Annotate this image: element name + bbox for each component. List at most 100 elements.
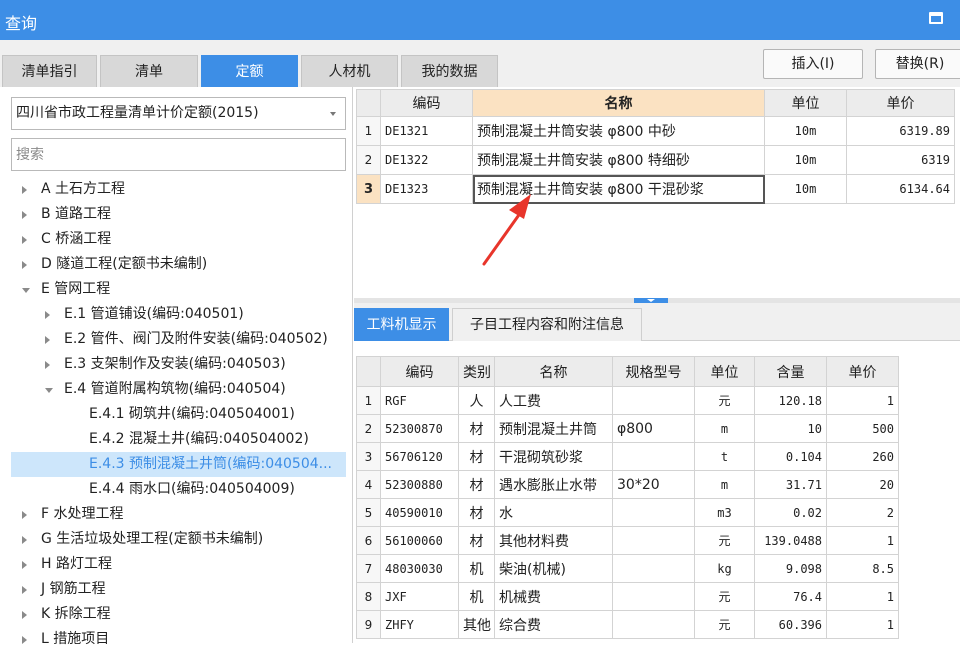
chevron-down-icon[interactable] — [45, 388, 53, 393]
tab-sub-item-content[interactable]: 子目工程内容和附注信息 — [452, 308, 642, 341]
tree-item[interactable]: E.4.3 预制混凝土井筒(编码:040504... — [11, 452, 346, 477]
table-row[interactable]: 2 52300870 材预制混凝土井筒 φ800 m 10 500 — [356, 414, 899, 443]
tree-item-label: K 拆除工程 — [41, 606, 111, 622]
table-row[interactable]: 2 DE1322 预制混凝土井筒安装 φ800 特细砂 10m 6319 — [356, 145, 955, 175]
chevron-right-icon[interactable] — [22, 186, 27, 194]
col-type[interactable]: 类别 — [458, 356, 495, 387]
replace-button[interactable]: 替换(R) — [875, 49, 960, 79]
material-unit: t — [694, 442, 755, 471]
chevron-right-icon[interactable] — [22, 211, 27, 219]
row-index: 9 — [356, 610, 381, 639]
row-index: 8 — [356, 582, 381, 611]
tree-item[interactable]: H 路灯工程 — [0, 552, 353, 577]
tab-material-display[interactable]: 工料机显示 — [354, 308, 449, 341]
material-qty: 0.02 — [754, 498, 827, 527]
maximize-icon[interactable] — [929, 12, 943, 24]
tab-bill-guide[interactable]: 清单指引 — [2, 55, 97, 87]
material-price: 20 — [826, 470, 899, 499]
tree-item[interactable]: G 生活垃圾处理工程(定额书未编制) — [0, 527, 353, 552]
table-row[interactable]: 1 DE1321 预制混凝土井筒安装 φ800 中砂 10m 6319.89 — [356, 116, 955, 146]
tree-item[interactable]: C 桥涵工程 — [0, 227, 353, 252]
tab-quota[interactable]: 定额 — [201, 55, 298, 87]
col-unit[interactable]: 单位 — [764, 89, 847, 117]
table-row[interactable]: 8 JXF 机机械费 元 76.4 1 — [356, 582, 899, 611]
material-price: 8.5 — [826, 554, 899, 583]
material-price: 1 — [826, 610, 899, 639]
col-qty[interactable]: 含量 — [754, 356, 827, 387]
col-price[interactable]: 单价 — [826, 356, 899, 387]
quota-library-select[interactable]: 四川省市政工程量清单计价定额(2015) — [11, 97, 346, 130]
quota-code: DE1322 — [380, 145, 473, 175]
material-type: 材 — [458, 442, 495, 471]
material-qty: 139.0488 — [754, 526, 827, 555]
tree-item[interactable]: E.4.2 混凝土井(编码:040504002) — [0, 427, 353, 452]
corner-cell — [356, 356, 381, 387]
material-name: 综合费 — [494, 610, 613, 639]
chevron-right-icon[interactable] — [22, 611, 27, 619]
tree-item[interactable]: E 管网工程 — [0, 277, 353, 302]
tree-item[interactable]: K 拆除工程 — [0, 602, 353, 627]
col-spec[interactable]: 规格型号 — [612, 356, 695, 387]
material-unit: kg — [694, 554, 755, 583]
table-row[interactable]: 3 DE1323 预制混凝土井筒安装 φ800 干混砂浆 10m 6134.64 — [356, 174, 955, 204]
col-name[interactable]: 名称 — [472, 89, 765, 117]
detail-tab-bar: 工料机显示 子目工程内容和附注信息 — [354, 303, 960, 341]
quota-table: 编码 名称 单位 单价 1 DE1321 预制混凝土井筒安装 φ800 中砂 10m 6… — [356, 89, 955, 204]
tree-item[interactable]: E.4 管道附属构筑物(编码:040504) — [0, 377, 353, 402]
table-row[interactable]: 6 56100060 材其他材料费 元 139.0488 1 — [356, 526, 899, 555]
chevron-right-icon[interactable] — [22, 261, 27, 269]
material-spec — [612, 442, 695, 471]
tree-item-label: F 水处理工程 — [41, 506, 124, 522]
chevron-right-icon[interactable] — [22, 586, 27, 594]
table-row[interactable]: 5 40590010 材水 m3 0.02 2 — [356, 498, 899, 527]
tree-item-label: G 生活垃圾处理工程(定额书未编制) — [41, 531, 264, 547]
tree-item[interactable]: F 水处理工程 — [0, 502, 353, 527]
tree-item[interactable]: B 道路工程 — [0, 202, 353, 227]
chevron-right-icon[interactable] — [45, 361, 50, 369]
tree-item[interactable]: A 土石方工程 — [0, 177, 353, 202]
material-spec — [612, 582, 695, 611]
tree-item-label: L 措施项目 — [41, 631, 110, 647]
chevron-right-icon[interactable] — [22, 511, 27, 519]
material-qty: 9.098 — [754, 554, 827, 583]
col-unit[interactable]: 单位 — [694, 356, 755, 387]
left-panel: 四川省市政工程量清单计价定额(2015) A 土石方工程 B 道路工程 C 桥涵工程… — [0, 87, 353, 647]
tree-item[interactable]: E.4.4 雨水口(编码:040504009) — [0, 477, 353, 502]
table-row[interactable]: 1 RGF 人人工费元 120.18 1 — [356, 386, 899, 415]
material-spec — [612, 610, 695, 639]
chevron-right-icon[interactable] — [45, 336, 50, 344]
tab-my-data[interactable]: 我的数据 — [401, 55, 498, 87]
table-row[interactable]: 9 ZHFY 其他 综合费 元 60.396 1 — [356, 610, 899, 639]
material-spec: φ800 — [612, 414, 695, 443]
col-code[interactable]: 编码 — [380, 89, 473, 117]
chevron-right-icon[interactable] — [22, 536, 27, 544]
material-price: 2 — [826, 498, 899, 527]
chevron-right-icon[interactable] — [45, 311, 50, 319]
tab-bill[interactable]: 清单 — [100, 55, 198, 87]
col-code[interactable]: 编码 — [380, 356, 459, 387]
tree-item[interactable]: E.3 支架制作及安装(编码:040503) — [0, 352, 353, 377]
tab-labor-material-machine[interactable]: 人材机 — [301, 55, 398, 87]
insert-button[interactable]: 插入(I) — [763, 49, 863, 79]
chevron-right-icon[interactable] — [22, 561, 27, 569]
material-name: 干混砌筑砂浆 — [494, 442, 613, 471]
chevron-down-icon[interactable] — [22, 288, 30, 293]
table-row[interactable]: 4 52300880 材遇水膨胀止水带 30*20 m 31.71 20 — [356, 470, 899, 499]
table-row[interactable]: 7 48030030 机柴油(机械) kg 9.098 8.5 — [356, 554, 899, 583]
tree-item[interactable]: E.2 管件、阀门及附件安装(编码:040502) — [0, 327, 353, 352]
tree-item-label: E.4.3 预制混凝土井筒(编码:040504... — [89, 456, 332, 472]
material-unit: 元 — [694, 582, 755, 611]
search-input[interactable] — [11, 138, 346, 171]
tree-item-label: B 道路工程 — [41, 206, 112, 222]
tree-item[interactable]: E.1 管道铺设(编码:040501) — [0, 302, 353, 327]
tree-item[interactable]: J 钢筋工程 — [0, 577, 353, 602]
tree-item[interactable]: D 隧道工程(定额书未编制) — [0, 252, 353, 277]
material-unit: 元 — [694, 526, 755, 555]
col-price[interactable]: 单价 — [846, 89, 955, 117]
tree-item[interactable]: E.4.1 砌筑井(编码:040504001) — [0, 402, 353, 427]
chevron-right-icon[interactable] — [22, 236, 27, 244]
row-index: 5 — [356, 498, 381, 527]
table-row[interactable]: 3 56706120 材干混砌筑砂浆 t 0.104 260 — [356, 442, 899, 471]
col-name[interactable]: 名称 — [494, 356, 613, 387]
tree-item[interactable]: L 措施项目 — [0, 627, 353, 652]
